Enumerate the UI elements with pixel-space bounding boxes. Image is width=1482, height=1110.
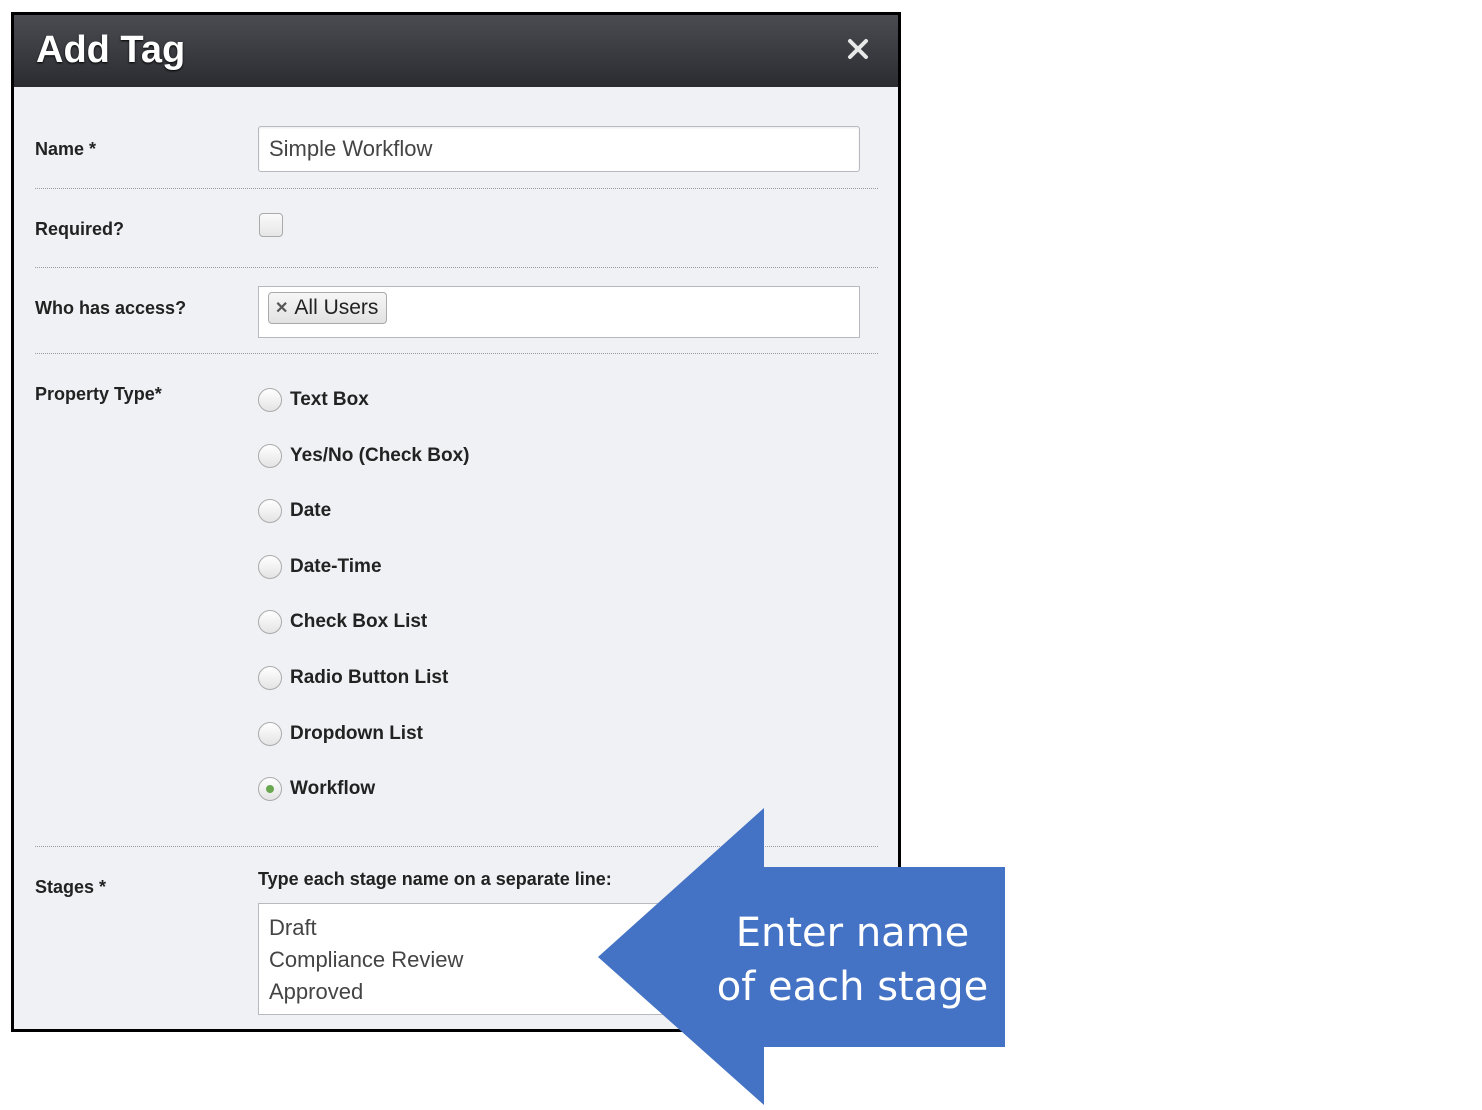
radio-label: Dropdown List xyxy=(290,723,423,744)
property-type-option[interactable]: Workflow xyxy=(258,774,375,804)
radio-label: Check Box List xyxy=(290,611,428,632)
radio-button[interactable] xyxy=(258,666,282,690)
required-label: Required? xyxy=(35,219,125,239)
close-icon[interactable] xyxy=(844,35,872,63)
callout-line: of each stage xyxy=(716,964,989,1010)
radio-button[interactable] xyxy=(258,722,282,746)
radio-button[interactable] xyxy=(258,444,282,468)
radio-button[interactable] xyxy=(258,499,282,523)
name-label: Name * xyxy=(35,139,97,159)
property-type-label: Property Type* xyxy=(35,384,162,404)
property-type-option[interactable]: Yes/No (Check Box) xyxy=(258,441,470,471)
property-type-option[interactable]: Dropdown List xyxy=(258,719,423,749)
property-type-option[interactable]: Date-Time xyxy=(258,552,382,582)
dialog-titlebar: Add Tag xyxy=(14,15,898,87)
access-label: Who has access? xyxy=(35,298,187,318)
access-tag-label: All Users xyxy=(294,296,379,319)
radio-button-selected[interactable] xyxy=(258,777,282,801)
property-type-option[interactable]: Radio Button List xyxy=(258,663,448,693)
radio-label: Text Box xyxy=(290,389,369,410)
radio-button[interactable] xyxy=(258,610,282,634)
dialog-title: Add Tag xyxy=(36,29,186,71)
divider xyxy=(35,267,878,268)
stages-hint: Type each stage name on a separate line: xyxy=(258,869,612,889)
radio-button[interactable] xyxy=(258,388,282,412)
radio-label: Date xyxy=(290,500,332,521)
radio-label: Yes/No (Check Box) xyxy=(290,445,470,466)
radio-label: Workflow xyxy=(290,778,376,799)
divider xyxy=(35,353,878,354)
access-tag-chip: ✕ All Users xyxy=(268,292,388,324)
property-type-option[interactable]: Date xyxy=(258,496,331,526)
divider xyxy=(35,188,878,189)
callout-text: Enter name of each stage xyxy=(700,906,1005,1014)
name-input[interactable] xyxy=(258,126,860,172)
radio-label: Date-Time xyxy=(290,556,382,577)
callout-line: Enter name xyxy=(735,910,970,956)
property-type-option[interactable]: Check Box List xyxy=(258,607,427,637)
stages-label: Stages * xyxy=(35,877,107,897)
radio-button[interactable] xyxy=(258,555,282,579)
radio-label: Radio Button List xyxy=(290,667,449,688)
access-tags-input[interactable]: ✕ All Users xyxy=(258,286,860,338)
remove-tag-icon[interactable]: ✕ xyxy=(275,298,288,318)
property-type-option[interactable]: Text Box xyxy=(258,385,369,415)
required-checkbox[interactable] xyxy=(259,213,283,237)
